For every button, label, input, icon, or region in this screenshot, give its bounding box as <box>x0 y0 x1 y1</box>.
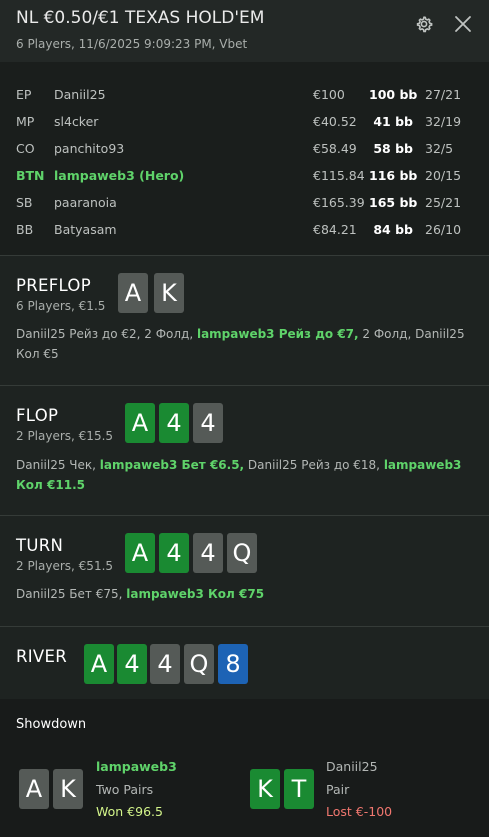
player-stack-bb: 100 bb <box>369 87 418 102</box>
card: 4 <box>193 533 223 573</box>
street-actions: Daniil25 Бет €75, lampaweb3 Кол €75 <box>16 584 471 604</box>
card: 4 <box>117 644 147 684</box>
action-text-hero: lampaweb3 Бет €6.5, <box>99 458 245 472</box>
player-name[interactable]: sl4cker <box>54 114 98 129</box>
player-stack: €115.84 <box>313 168 365 183</box>
hand-title: NL €0.50/€1 TEXAS HOLD'EM <box>16 8 265 28</box>
hero-hole-cards: A K <box>118 273 184 313</box>
hero-showdown-cards: A K <box>19 769 85 809</box>
player-stack: €100 <box>313 87 345 102</box>
player-row: EP Daniil25 €100 100 bb 27/21 <box>0 85 489 105</box>
showdown-section: Showdown A K lampaweb3 Two Pairs Won €96… <box>0 699 489 837</box>
street-pot: 6 Players, €1.5 <box>16 299 106 313</box>
player-stats: 27/21 <box>425 87 462 102</box>
close-icon[interactable] <box>453 14 473 34</box>
card: A <box>125 403 155 443</box>
player-position: SB <box>16 195 33 210</box>
card: 8 <box>218 644 248 684</box>
action-text-hero: lampaweb3 Кол €75 <box>126 587 265 601</box>
player-stack-bb: 165 bb <box>369 195 418 210</box>
card: K <box>53 769 83 809</box>
action-text: Daniil25 Рейз до €2, 2 Фолд, <box>16 327 197 341</box>
player-row: SB paaranoia €165.39 165 bb 25/21 <box>0 193 489 213</box>
card: A <box>19 769 49 809</box>
player-name[interactable]: Batyasam <box>54 222 117 237</box>
showdown-player-name: Daniil25 <box>326 759 378 774</box>
card: A <box>125 533 155 573</box>
action-text: Daniil25 Бет €75, <box>16 587 127 601</box>
player-name[interactable]: panchito93 <box>54 141 124 156</box>
player-stats: 25/21 <box>425 195 462 210</box>
card: 4 <box>150 644 180 684</box>
player-position: BB <box>16 222 34 237</box>
player-position: BTN <box>16 168 45 183</box>
action-text: Daniil25 Рейз до €18, <box>244 458 384 472</box>
card: T <box>284 769 314 809</box>
card: 4 <box>159 533 189 573</box>
player-position: CO <box>16 141 35 156</box>
street-pot: 2 Players, €51.5 <box>16 559 114 573</box>
card: A <box>118 273 148 313</box>
player-row: CO panchito93 €58.49 58 bb 32/5 <box>0 139 489 159</box>
player-stack-bb: 41 bb <box>373 114 413 129</box>
player-stack-bb: 116 bb <box>369 168 418 183</box>
player-stack: €40.52 <box>313 114 357 129</box>
player-stack: €84.21 <box>313 222 357 237</box>
street-actions: Daniil25 Рейз до €2, 2 Фолд, lampaweb3 Р… <box>16 324 471 364</box>
showdown-result-lost: Lost €-100 <box>326 804 393 819</box>
action-text-hero: lampaweb3 Рейз до €7, <box>196 327 359 341</box>
board-cards: A 4 4 Q <box>125 533 259 573</box>
player-stats: 32/19 <box>425 114 462 129</box>
street-river: RIVER A 4 4 Q 8 <box>0 626 489 699</box>
street-title: FLOP <box>16 406 59 425</box>
card: 4 <box>159 403 189 443</box>
card: A <box>84 644 114 684</box>
board-cards: A 4 4 <box>125 403 225 443</box>
player-stats: 20/15 <box>425 168 462 183</box>
street-actions: Daniil25 Чек, lampaweb3 Бет €6.5, Daniil… <box>16 455 471 495</box>
player-name[interactable]: Daniil25 <box>54 87 106 102</box>
showdown-player-name: lampaweb3 <box>96 759 177 774</box>
player-name[interactable]: paaranoia <box>54 195 117 210</box>
villain-showdown-cards: K T <box>250 769 316 809</box>
player-position: MP <box>16 114 35 129</box>
action-text: Daniil25 Чек, <box>16 458 100 472</box>
street-turn: TURN 2 Players, €51.5 A 4 4 Q Daniil25 Б… <box>0 515 489 626</box>
player-stats: 32/5 <box>425 141 454 156</box>
street-title: PREFLOP <box>16 276 91 295</box>
showdown-hand-rank: Two Pairs <box>96 782 154 797</box>
street-flop: FLOP 2 Players, €15.5 A 4 4 Daniil25 Чек… <box>0 385 489 515</box>
player-stats: 26/10 <box>425 222 462 237</box>
player-stack: €58.49 <box>313 141 357 156</box>
player-position: EP <box>16 87 32 102</box>
street-pot: 2 Players, €15.5 <box>16 429 114 443</box>
street-title: RIVER <box>16 647 68 666</box>
player-row-hero: BTN lampaweb3 (Hero) €115.84 116 bb 20/1… <box>0 166 489 186</box>
player-name[interactable]: lampaweb3 (Hero) <box>54 168 184 183</box>
showdown-hand-rank: Pair <box>326 782 350 797</box>
card: K <box>154 273 184 313</box>
player-row: BB Batyasam €84.21 84 bb 26/10 <box>0 220 489 240</box>
card: K <box>250 769 280 809</box>
showdown-title: Showdown <box>16 717 87 732</box>
player-stack: €165.39 <box>313 195 365 210</box>
street-title: TURN <box>16 536 64 555</box>
player-stack-bb: 84 bb <box>373 222 413 237</box>
card: 4 <box>193 403 223 443</box>
board-cards: A 4 4 Q 8 <box>84 644 252 684</box>
card: Q <box>184 644 214 684</box>
players-table: EP Daniil25 €100 100 bb 27/21 MP sl4cker… <box>0 62 489 255</box>
hand-header: NL €0.50/€1 TEXAS HOLD'EM 6 Players, 11/… <box>0 0 489 62</box>
player-row: MP sl4cker €40.52 41 bb 32/19 <box>0 112 489 132</box>
card: Q <box>227 533 257 573</box>
hand-subtitle: 6 Players, 11/6/2025 9:09:23 PM, Vbet <box>16 37 248 51</box>
street-preflop: PREFLOP 6 Players, €1.5 A K Daniil25 Рей… <box>0 255 489 385</box>
gear-icon[interactable] <box>414 14 434 34</box>
player-stack-bb: 58 bb <box>373 141 413 156</box>
showdown-result-won: Won €96.5 <box>96 804 163 819</box>
